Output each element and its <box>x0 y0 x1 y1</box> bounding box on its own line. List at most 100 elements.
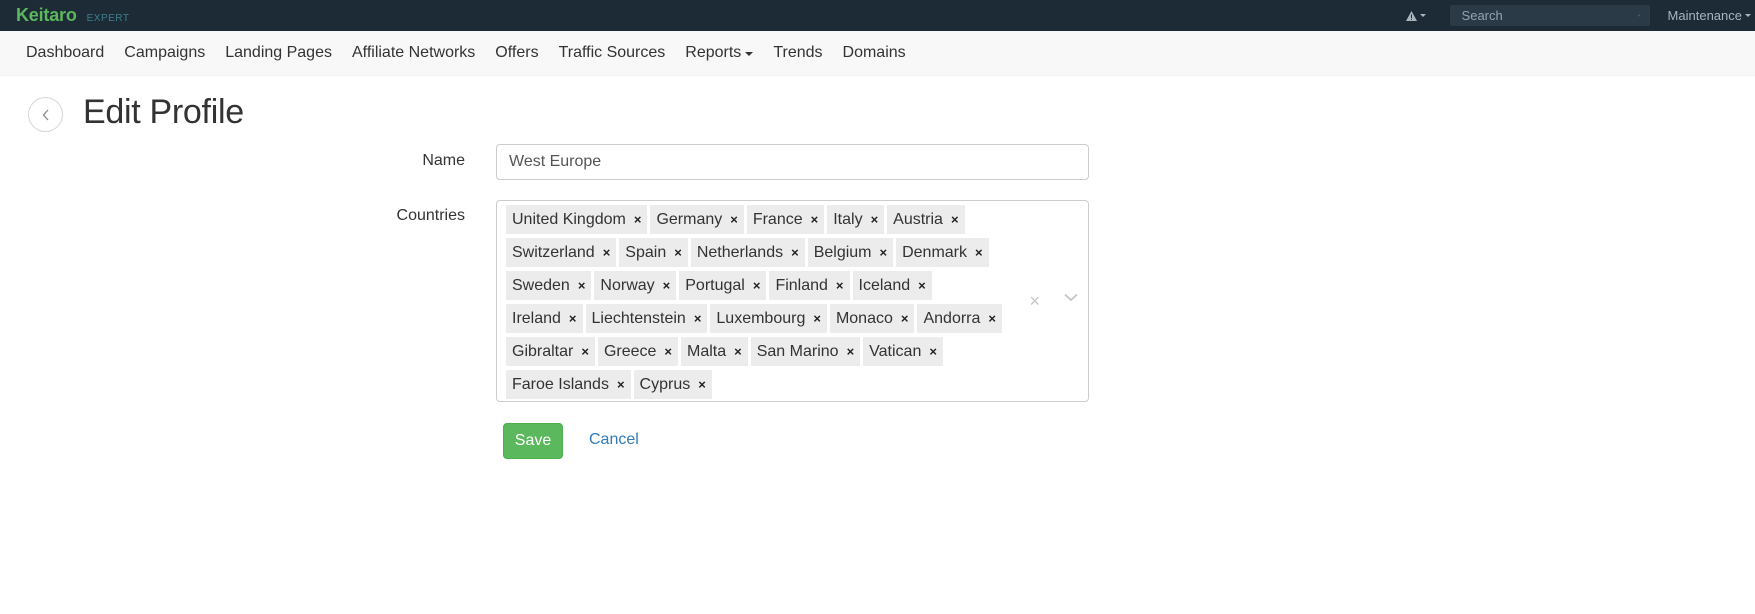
country-tag: Spain × <box>619 238 688 267</box>
country-tag: Andorra × <box>917 304 1002 333</box>
country-tag-label: Germany <box>656 210 723 228</box>
alerts-menu[interactable] <box>1405 10 1426 21</box>
country-tag: Greece × <box>597 337 679 366</box>
country-tag-label: Gibraltar <box>512 342 574 360</box>
country-tag: United Kingdom × <box>506 205 648 234</box>
remove-tag-icon[interactable]: × <box>664 344 672 359</box>
country-tag-label: Iceland <box>858 276 911 294</box>
remove-tag-icon[interactable]: × <box>674 245 682 260</box>
nav-campaigns[interactable]: Campaigns <box>114 44 215 62</box>
remove-tag-icon[interactable]: × <box>918 278 926 293</box>
nav-offers[interactable]: Offers <box>485 44 548 62</box>
remove-tag-icon[interactable]: × <box>730 212 738 227</box>
remove-tag-icon[interactable]: × <box>617 377 625 392</box>
nav-trends[interactable]: Trends <box>763 44 832 62</box>
remove-tag-icon[interactable]: × <box>871 212 879 227</box>
country-tag-label: Luxembourg <box>716 309 806 327</box>
nav-label: Campaigns <box>124 44 206 61</box>
user-menu[interactable]: Maintenance <box>1668 8 1751 23</box>
page-header: Edit Profile <box>0 76 1755 139</box>
country-tag-label: Austria <box>893 210 943 228</box>
country-tag: Switzerland × <box>506 238 617 267</box>
country-tag-label: Ireland <box>512 309 561 327</box>
remove-tag-icon[interactable]: × <box>634 212 642 227</box>
nav-landing-pages[interactable]: Landing Pages <box>215 44 342 62</box>
page-title: Edit Profile <box>83 93 244 131</box>
country-tag: Faroe Islands × <box>506 370 631 399</box>
brand-edition: EXPERT <box>86 13 130 24</box>
nav-affiliate-networks[interactable]: Affiliate Networks <box>342 44 485 62</box>
remove-tag-icon[interactable]: × <box>975 245 983 260</box>
country-tag: Austria × <box>887 205 965 234</box>
chevron-down-icon[interactable] <box>1064 293 1078 302</box>
remove-tag-icon[interactable]: × <box>569 311 577 326</box>
remove-tag-icon[interactable]: × <box>698 377 706 392</box>
user-menu-label: Maintenance <box>1667 8 1742 23</box>
remove-tag-icon[interactable]: × <box>988 311 996 326</box>
remove-tag-icon[interactable]: × <box>578 278 586 293</box>
name-field[interactable] <box>496 144 1089 180</box>
remove-tag-icon[interactable]: × <box>753 278 761 293</box>
country-tag: Gibraltar × <box>506 337 595 366</box>
country-tag: Malta × <box>681 337 748 366</box>
remove-tag-icon[interactable]: × <box>880 245 888 260</box>
country-tag: France × <box>746 205 825 234</box>
country-tag-label: Vatican <box>869 342 922 360</box>
country-tag-label: Monaco <box>835 309 893 327</box>
remove-tag-icon[interactable]: × <box>813 311 821 326</box>
nav-reports[interactable]: Reports <box>675 44 763 62</box>
country-tag-label: United Kingdom <box>512 210 626 228</box>
search-input[interactable] <box>1461 8 1638 23</box>
warning-icon <box>1405 10 1417 21</box>
nav-label: Affiliate Networks <box>351 44 476 61</box>
remove-tag-icon[interactable]: × <box>811 212 819 227</box>
country-tag-label: Sweden <box>512 276 570 294</box>
countries-row: Countries United Kingdom × Germany × France ×… <box>0 200 1755 402</box>
remove-tag-icon[interactable]: × <box>836 278 844 293</box>
cancel-link[interactable]: Cancel <box>589 431 639 449</box>
country-tag-label: Norway <box>600 276 655 294</box>
country-tag-label: Spain <box>625 243 667 261</box>
remove-tag-icon[interactable]: × <box>951 212 959 227</box>
remove-tag-icon[interactable]: × <box>694 311 702 326</box>
back-button[interactable] <box>28 97 63 132</box>
remove-tag-icon[interactable]: × <box>929 344 937 359</box>
search-icon[interactable] <box>1637 10 1640 21</box>
country-tag: Finland × <box>769 271 850 300</box>
country-tag: Ireland × <box>506 304 583 333</box>
remove-tag-icon[interactable]: × <box>791 245 799 260</box>
country-tag: Germany × <box>650 205 744 234</box>
brand-logo[interactable]: Keitaro EXPERT <box>16 5 129 26</box>
country-tag: Luxembourg × <box>710 304 827 333</box>
country-tag: Sweden × <box>506 271 592 300</box>
country-tag-label: Netherlands <box>696 243 784 261</box>
nav-label: Offers <box>495 44 539 61</box>
countries-multiselect[interactable]: United Kingdom × Germany × France × Italy × Aust… <box>496 200 1089 402</box>
search-box <box>1449 5 1650 26</box>
nav-label: Domains <box>842 44 906 61</box>
remove-tag-icon[interactable]: × <box>603 245 611 260</box>
main-nav: Dashboard Campaigns Landing Pages Affili… <box>0 31 1755 76</box>
nav-label: Landing Pages <box>225 44 332 61</box>
chevron-left-icon <box>42 109 48 120</box>
country-tag: Belgium × <box>807 238 894 267</box>
clear-all-icon[interactable]: × <box>1029 291 1040 312</box>
remove-tag-icon[interactable]: × <box>581 344 589 359</box>
country-tag-label: Cyprus <box>639 375 691 393</box>
nav-traffic-sources[interactable]: Traffic Sources <box>549 44 676 62</box>
country-tag-label: Liechtenstein <box>591 309 686 327</box>
brand-name: Keitaro <box>16 5 77 25</box>
country-tag-label: Finland <box>775 276 828 294</box>
remove-tag-icon[interactable]: × <box>734 344 742 359</box>
country-tag-label: Belgium <box>813 243 872 261</box>
remove-tag-icon[interactable]: × <box>901 311 909 326</box>
remove-tag-icon[interactable]: × <box>663 278 671 293</box>
name-label: Name <box>422 152 465 169</box>
nav-dashboard[interactable]: Dashboard <box>16 44 114 62</box>
nav-domains[interactable]: Domains <box>833 44 916 62</box>
name-row: Name <box>0 144 1755 180</box>
remove-tag-icon[interactable]: × <box>847 344 855 359</box>
country-tags: United Kingdom × Germany × France × Italy × Aust… <box>506 205 1006 403</box>
save-button[interactable]: Save <box>503 423 563 459</box>
form-actions: Save Cancel <box>0 423 1755 459</box>
